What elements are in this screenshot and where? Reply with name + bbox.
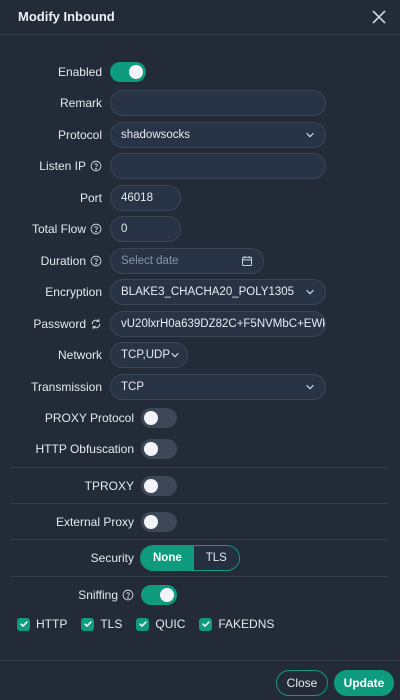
duration-placeholder: Select date [121,255,179,267]
dialog-footer: Close Update [0,660,400,700]
dialog-title: Modify Inbound [18,9,115,24]
row-total-flow: Total Flow 0 [0,216,400,242]
row-protocol: Protocol shadowsocks [0,122,400,148]
encryption-label: Encryption [45,285,102,299]
sniff-option-fakedns[interactable]: FAKEDNS [199,617,274,631]
row-transmission: Transmission TCP [0,374,400,400]
listen-ip-label: Listen IP [39,153,102,179]
divider [10,539,388,540]
chevron-down-icon [305,382,315,392]
http-obfuscation-toggle[interactable] [141,439,177,459]
chevron-down-icon [170,350,180,360]
toggle-knob [129,65,143,79]
row-tproxy: TPROXY [0,473,400,499]
enabled-label: Enabled [57,65,102,79]
question-circle-icon[interactable] [90,223,102,235]
divider [10,503,388,504]
question-circle-icon[interactable] [122,589,134,601]
port-input[interactable]: 46018 [110,185,181,211]
sniff-option-label: TLS [100,617,123,631]
total-flow-input[interactable]: 0 [110,216,181,242]
row-password: Password vU20lxrH0a639DZ82C+F5NVMbC+EWkz [0,311,400,337]
row-encryption: Encryption BLAKE3_CHACHA20_POLY1305 [0,279,400,305]
http-obfuscation-label: HTTP Obfuscation [35,442,134,456]
row-external-proxy: External Proxy [0,509,400,535]
security-option-none[interactable]: None [141,546,194,570]
refresh-icon[interactable] [90,318,102,330]
toggle-knob [160,588,174,602]
row-remark: Remark [0,90,400,116]
row-security: Security None TLS [0,545,400,571]
password-label: Password [33,311,102,337]
row-network: Network TCP,UDP [0,342,400,368]
duration-date-picker[interactable]: Select date [110,248,264,274]
sniff-option-label: QUIC [155,617,186,631]
proxy-protocol-toggle[interactable] [141,408,177,428]
update-button[interactable]: Update [334,670,394,696]
tproxy-label: TPROXY [84,479,134,493]
protocol-value: shadowsocks [121,129,191,141]
row-enabled: Enabled [0,59,400,85]
enabled-toggle[interactable] [110,62,146,82]
duration-label: Duration [41,248,102,274]
port-label: Port [79,191,102,205]
row-duration: Duration Select date [0,248,400,274]
check-icon[interactable] [199,617,213,631]
sniffing-label: Sniffing [78,582,134,608]
tproxy-toggle[interactable] [141,476,177,496]
total-flow-label: Total Flow [32,216,102,242]
chevron-down-icon [305,130,315,140]
row-proxy-protocol: PROXY Protocol [0,405,400,431]
network-label: Network [57,348,102,362]
protocol-select[interactable]: shadowsocks [110,122,326,148]
security-option-tls[interactable]: TLS [193,546,239,570]
external-proxy-toggle[interactable] [141,512,177,532]
check-icon[interactable] [81,617,95,631]
row-listen-ip: Listen IP [0,153,400,179]
calendar-icon [241,255,253,267]
question-circle-icon[interactable] [90,255,102,267]
remark-input[interactable] [110,90,326,116]
sniff-option-label: HTTP [36,617,68,631]
transmission-select[interactable]: TCP [110,374,326,400]
check-icon[interactable] [17,617,30,631]
toggle-knob [144,515,158,529]
question-circle-icon[interactable] [90,160,102,172]
toggle-knob [144,479,158,493]
sniffing-options: HTTP TLS QUIC FAKEDNS [17,617,288,631]
security-segmented-control: None TLS [140,545,240,571]
listen-ip-input[interactable] [110,153,326,179]
sniff-option-quic[interactable]: QUIC [136,617,185,631]
check-icon[interactable] [136,617,150,631]
divider [10,576,388,577]
password-input[interactable]: vU20lxrH0a639DZ82C+F5NVMbC+EWkz [110,311,326,337]
proxy-protocol-label: PROXY Protocol [44,411,134,425]
row-port: Port 46018 [0,185,400,211]
transmission-label: Transmission [31,380,102,394]
row-http-obfuscation: HTTP Obfuscation [0,436,400,462]
row-sniffing: Sniffing [0,582,400,608]
sniff-option-label: FAKEDNS [218,617,275,631]
divider [10,467,388,468]
encryption-select[interactable]: BLAKE3_CHACHA20_POLY1305 [110,279,326,305]
sniff-option-http[interactable]: HTTP [17,617,67,631]
network-select[interactable]: TCP,UDP [110,342,188,368]
toggle-knob [144,411,158,425]
remark-label: Remark [59,96,102,110]
close-icon[interactable] [368,6,390,28]
network-value: TCP,UDP [121,349,170,361]
sniff-option-tls[interactable]: TLS [81,617,122,631]
encryption-value: BLAKE3_CHACHA20_POLY1305 [121,286,295,298]
toggle-knob [144,442,158,456]
protocol-label: Protocol [57,128,102,142]
transmission-value: TCP [121,381,144,393]
close-button[interactable]: Close [276,670,328,696]
dialog-header: Modify Inbound [0,0,400,35]
modify-inbound-dialog: Modify Inbound Enabled Remark Protocol s… [0,0,400,700]
external-proxy-label: External Proxy [55,515,134,529]
chevron-down-icon [305,287,315,297]
sniffing-toggle[interactable] [141,585,177,605]
security-label: Security [90,551,134,565]
